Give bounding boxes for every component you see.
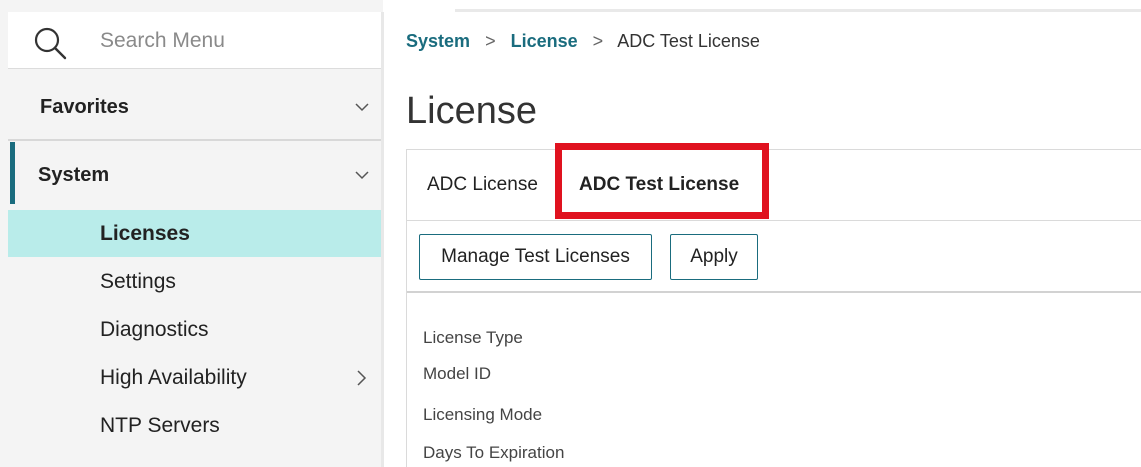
search-input[interactable]: [100, 28, 360, 54]
page-title: License: [406, 90, 537, 132]
sidebar-item-label: Settings: [100, 270, 176, 293]
sidebar-item-label: Licenses: [100, 222, 190, 245]
system-label: System: [38, 164, 110, 186]
breadcrumb-system[interactable]: System: [406, 31, 470, 51]
field-licensing-mode: Licensing Mode: [423, 405, 543, 424]
breadcrumb-separator-icon: >: [592, 31, 604, 51]
breadcrumb-separator-icon: >: [485, 31, 496, 51]
sidebar-item-settings[interactable]: Settings: [8, 258, 382, 305]
breadcrumb-license[interactable]: License: [511, 31, 578, 51]
chevron-down-icon[interactable]: [355, 168, 369, 182]
breadcrumb-current: ADC Test License: [617, 31, 760, 51]
sidebar-item-label: NTP Servers: [100, 414, 220, 437]
sidebar-item-high-availability[interactable]: High Availability: [8, 354, 382, 401]
field-license-type: License Type: [423, 328, 523, 347]
main-content: System > License > ADC Test License Lice…: [384, 12, 1141, 467]
sidebar-item-diagnostics[interactable]: Diagnostics: [8, 306, 382, 353]
tab-adc-license[interactable]: ADC License: [427, 174, 538, 196]
toolbar-divider: [407, 291, 1141, 293]
sidebar: Favorites System Licenses Settings Diagn…: [0, 0, 383, 467]
nav-group-favorites[interactable]: Favorites: [8, 72, 381, 140]
search-bar[interactable]: [8, 12, 381, 69]
breadcrumb: System > License > ADC Test License: [406, 31, 760, 52]
favorites-label: Favorites: [40, 96, 129, 118]
sidebar-item-label: High Availability: [100, 366, 247, 389]
field-days-to-expiration: Days To Expiration: [423, 443, 565, 462]
active-group-indicator: [10, 142, 15, 204]
sidebar-item-licenses[interactable]: Licenses: [8, 210, 382, 257]
sidebar-item-label: Diagnostics: [100, 318, 209, 341]
manage-test-licenses-button[interactable]: Manage Test Licenses: [419, 234, 652, 280]
license-panel: ADC License ADC Test License Manage Test…: [406, 143, 1141, 467]
search-icon[interactable]: [32, 25, 68, 61]
tabs-divider: [407, 220, 1141, 221]
apply-button[interactable]: Apply: [670, 234, 758, 280]
field-model-id: Model ID: [423, 364, 492, 383]
nav-group-system[interactable]: System: [8, 142, 381, 210]
chevron-down-icon[interactable]: [355, 100, 369, 114]
sidebar-item-ntp-servers[interactable]: NTP Servers: [8, 402, 382, 449]
chevron-right-icon[interactable]: [354, 370, 368, 386]
divider: [8, 139, 381, 141]
highlight-box: [555, 143, 769, 219]
